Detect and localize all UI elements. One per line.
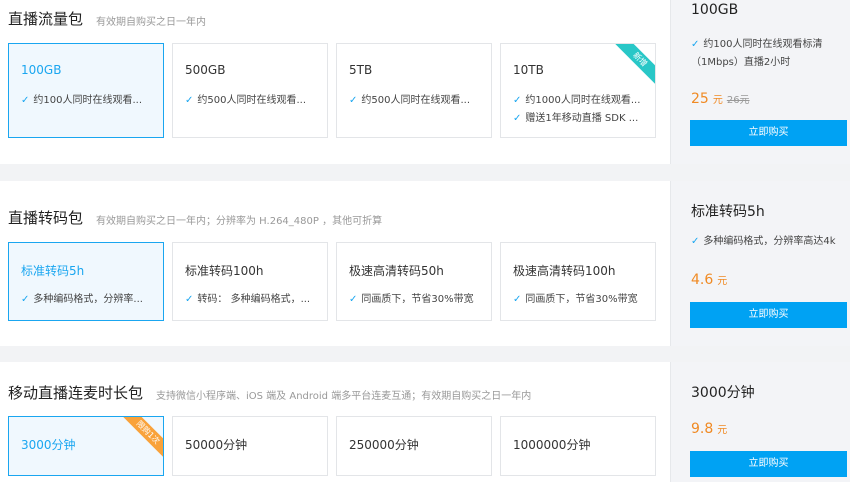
mic-card-3000[interactable]: 限购1次 3000分钟 xyxy=(8,416,164,476)
traffic-options: 直播流量包 有效期自购买之日一年内 100GB ✓ 约100人同时在线观看... … xyxy=(0,0,669,164)
buy-button[interactable]: 立即购买 xyxy=(690,120,847,146)
transcode-section: 直播转码包 有效期自购买之日一年内；分辨率为 H.264_480P ，其他可折算… xyxy=(0,181,850,346)
check-icon: ✓ xyxy=(21,95,30,106)
check-icon: ✓ xyxy=(185,95,194,106)
check-icon: ✓ xyxy=(185,294,194,305)
mic-card-50000[interactable]: 50000分钟 xyxy=(172,416,328,476)
card-name: 1000000分钟 xyxy=(513,438,591,452)
traffic-card-500gb[interactable]: 500GB ✓ 约500人同时在线观看... xyxy=(172,43,328,138)
summary-price: 4.6 元 xyxy=(691,269,727,288)
summary-price: 9.8 元 xyxy=(691,418,727,437)
check-icon: ✓ xyxy=(513,113,522,124)
traffic-section: 直播流量包 有效期自购买之日一年内 100GB ✓ 约100人同时在线观看... … xyxy=(0,0,850,164)
limit-ribbon: 限购1次 xyxy=(118,417,163,462)
transcode-card-hd-100h[interactable]: 极速高清转码100h ✓ 同画质下，节省30%带宽 xyxy=(500,242,656,321)
price-value: 4.6 xyxy=(691,272,714,288)
transcode-options: 直播转码包 有效期自购买之日一年内；分辨率为 H.264_480P ，其他可折算… xyxy=(0,181,669,346)
card-feature: ✓ 赠送1年移动直播 SDK ... xyxy=(513,113,639,124)
traffic-card-100gb[interactable]: 100GB ✓ 约100人同时在线观看... xyxy=(8,43,164,138)
card-name: 标准转码100h xyxy=(185,264,264,278)
mic-card-250000[interactable]: 250000分钟 xyxy=(336,416,492,476)
mic-title: 移动直播连麦时长包 xyxy=(8,384,144,402)
card-feature: ✓ 多种编码格式，分辨率... xyxy=(21,294,143,305)
new-ribbon: 新增 xyxy=(610,44,655,89)
buy-button[interactable]: 立即购买 xyxy=(690,451,847,477)
check-icon: ✓ xyxy=(691,236,700,247)
check-icon: ✓ xyxy=(513,294,522,305)
summary-name: 3000分钟 xyxy=(691,385,755,401)
summary-name: 标准转码5h xyxy=(691,204,765,220)
mic-options: 移动直播连麦时长包 支持微信小程序端、iOS 端及 Android 端多平台连麦… xyxy=(0,362,669,482)
price-value: 9.8 xyxy=(691,421,714,437)
transcode-subtitle: 有效期自购买之日一年内；分辨率为 H.264_480P ，其他可折算 xyxy=(96,216,383,227)
card-feature: ✓ 同画质下，节省30%带宽 xyxy=(513,294,638,305)
card-name: 3000分钟 xyxy=(21,438,76,452)
card-name: 250000分钟 xyxy=(349,438,419,452)
card-name: 极速高清转码50h xyxy=(349,264,444,278)
card-name: 极速高清转码100h xyxy=(513,264,616,278)
card-name: 标准转码5h xyxy=(21,264,85,278)
traffic-title: 直播流量包 xyxy=(8,10,84,28)
transcode-summary: 标准转码5h ✓ 多种编码格式，分辨率高达4k 4.6 元 立即购买 xyxy=(670,181,850,346)
check-icon: ✓ xyxy=(349,294,358,305)
traffic-card-10tb[interactable]: 新增 10TB ✓ 约1000人同时在线观看... ✓ 赠送1年移动直播 SDK .… xyxy=(500,43,656,138)
buy-button[interactable]: 立即购买 xyxy=(690,302,847,328)
mic-subtitle: 支持微信小程序端、iOS 端及 Android 端多平台连麦互通；有效期自购买之… xyxy=(156,391,532,402)
summary-feature: ✓ 多种编码格式，分辨率高达4k xyxy=(691,236,836,247)
mic-section: 移动直播连麦时长包 支持微信小程序端、iOS 端及 Android 端多平台连麦… xyxy=(0,362,850,482)
transcode-card-standard-5h[interactable]: 标准转码5h ✓ 多种编码格式，分辨率... xyxy=(8,242,164,321)
card-feature: ✓ 约500人同时在线观看... xyxy=(349,95,471,106)
card-feature: ✓ 约100人同时在线观看... xyxy=(21,95,143,106)
check-icon: ✓ xyxy=(691,39,700,50)
price-value: 25 xyxy=(691,91,709,107)
transcode-card-hd-50h[interactable]: 极速高清转码50h ✓ 同画质下，节省30%带宽 xyxy=(336,242,492,321)
mic-summary: 3000分钟 9.8 元 立即购买 xyxy=(670,362,850,482)
transcode-card-standard-100h[interactable]: 标准转码100h ✓ 转码： 多种编码格式，... xyxy=(172,242,328,321)
card-name: 10TB xyxy=(513,63,544,77)
traffic-summary: 100GB ✓ 约100人同时在线观看标清（1Mbps）直播2小时 25 元 26元 … xyxy=(670,0,850,164)
check-icon: ✓ xyxy=(513,95,522,106)
card-feature: ✓ 同画质下，节省30%带宽 xyxy=(349,294,474,305)
summary-feature: ✓ 约100人同时在线观看标清（1Mbps）直播2小时 xyxy=(691,39,823,68)
card-feature: ✓ 转码： 多种编码格式，... xyxy=(185,294,311,305)
traffic-card-5tb[interactable]: 5TB ✓ 约500人同时在线观看... xyxy=(336,43,492,138)
original-price: 26元 xyxy=(726,95,750,106)
card-name: 5TB xyxy=(349,63,373,77)
price-unit: 元 xyxy=(712,95,723,106)
check-icon: ✓ xyxy=(349,95,358,106)
price-unit: 元 xyxy=(717,425,728,436)
card-name: 100GB xyxy=(21,63,62,77)
card-feature: ✓ 约500人同时在线观看... xyxy=(185,95,307,106)
price-unit: 元 xyxy=(717,276,728,287)
card-name: 50000分钟 xyxy=(185,438,248,452)
mic-card-1000000[interactable]: 1000000分钟 xyxy=(500,416,656,476)
check-icon: ✓ xyxy=(21,294,30,305)
traffic-subtitle: 有效期自购买之日一年内 xyxy=(96,17,206,28)
summary-name: 100GB xyxy=(691,2,739,18)
card-feature: ✓ 约1000人同时在线观看... xyxy=(513,95,641,106)
card-name: 500GB xyxy=(185,63,226,77)
transcode-title: 直播转码包 xyxy=(8,209,84,227)
summary-price: 25 元 26元 xyxy=(691,88,750,107)
